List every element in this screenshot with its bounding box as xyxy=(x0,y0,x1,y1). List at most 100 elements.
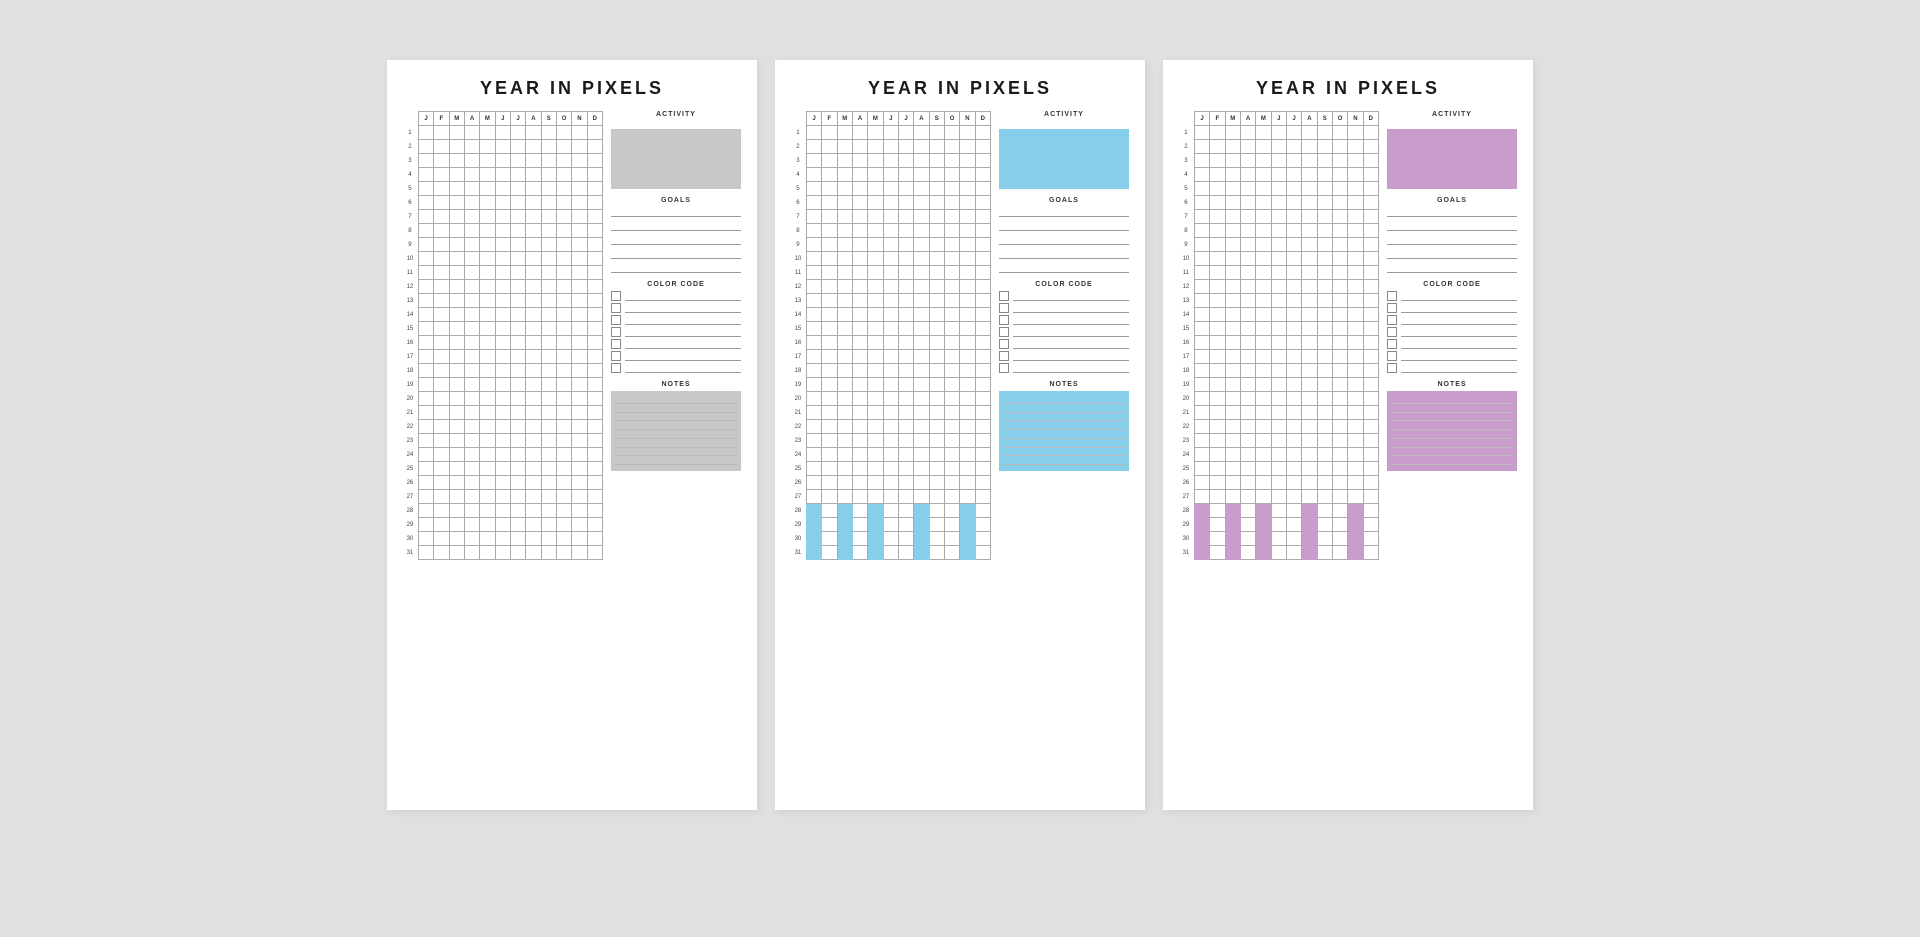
pixel-cell[interactable] xyxy=(898,378,913,392)
pixel-cell[interactable] xyxy=(1240,266,1255,280)
pixel-cell[interactable] xyxy=(449,224,464,238)
pixel-cell[interactable] xyxy=(464,294,479,308)
pixel-cell[interactable] xyxy=(1271,322,1286,336)
pixel-cell[interactable] xyxy=(449,364,464,378)
pixel-cell[interactable] xyxy=(1194,350,1209,364)
pixel-cell[interactable] xyxy=(572,294,587,308)
pixel-cell[interactable] xyxy=(1286,266,1301,280)
pixel-cell[interactable] xyxy=(929,546,944,560)
pixel-cell[interactable] xyxy=(975,294,990,308)
pixel-cell[interactable] xyxy=(975,196,990,210)
pixel-cell[interactable] xyxy=(1286,448,1301,462)
pixel-cell[interactable] xyxy=(1363,378,1378,392)
pixel-cell[interactable] xyxy=(541,126,556,140)
pixel-cell[interactable] xyxy=(1286,322,1301,336)
pixel-cell[interactable] xyxy=(1194,420,1209,434)
pixel-cell[interactable] xyxy=(929,336,944,350)
pixel-cell[interactable] xyxy=(914,210,929,224)
pixel-cell[interactable] xyxy=(868,364,883,378)
pixel-cell[interactable] xyxy=(572,406,587,420)
pixel-cell[interactable] xyxy=(1332,168,1347,182)
pixel-cell[interactable] xyxy=(975,392,990,406)
pixel-cell[interactable] xyxy=(929,434,944,448)
pixel-cell[interactable] xyxy=(837,448,852,462)
pixel-cell[interactable] xyxy=(1240,322,1255,336)
pixel-cell[interactable] xyxy=(837,308,852,322)
pixel-cell[interactable] xyxy=(526,154,541,168)
pixel-cell[interactable] xyxy=(806,154,821,168)
pixel-cell[interactable] xyxy=(852,224,867,238)
pixel-cell[interactable] xyxy=(806,462,821,476)
pixel-cell[interactable] xyxy=(1332,308,1347,322)
pixel-cell[interactable] xyxy=(914,266,929,280)
pixel-cell[interactable] xyxy=(434,476,449,490)
pixel-cell[interactable] xyxy=(587,532,602,546)
pixel-cell[interactable] xyxy=(587,392,602,406)
pixel-cell[interactable] xyxy=(1210,126,1225,140)
pixel-cell[interactable] xyxy=(464,420,479,434)
pixel-cell[interactable] xyxy=(1271,434,1286,448)
pixel-cell[interactable] xyxy=(587,154,602,168)
pixel-cell[interactable] xyxy=(883,196,898,210)
pixel-cell[interactable] xyxy=(556,448,571,462)
pixel-cell[interactable] xyxy=(852,266,867,280)
pixel-cell[interactable] xyxy=(434,238,449,252)
pixel-cell[interactable] xyxy=(883,210,898,224)
pixel-cell[interactable] xyxy=(1225,154,1240,168)
pixel-cell[interactable] xyxy=(1210,168,1225,182)
pixel-cell[interactable] xyxy=(1332,266,1347,280)
pixel-cell[interactable] xyxy=(868,294,883,308)
pixel-cell[interactable] xyxy=(449,322,464,336)
pixel-cell[interactable] xyxy=(1210,280,1225,294)
pixel-cell[interactable] xyxy=(1210,504,1225,518)
pixel-cell[interactable] xyxy=(1256,322,1271,336)
pixel-cell[interactable] xyxy=(418,392,433,406)
pixel-cell[interactable] xyxy=(480,490,495,504)
pixel-cell[interactable] xyxy=(1286,168,1301,182)
pixel-cell[interactable] xyxy=(541,490,556,504)
pixel-cell[interactable] xyxy=(480,546,495,560)
pixel-cell[interactable] xyxy=(1363,476,1378,490)
pixel-cell[interactable] xyxy=(495,546,510,560)
pixel-cell[interactable] xyxy=(883,322,898,336)
pixel-cell[interactable] xyxy=(852,392,867,406)
pixel-cell[interactable] xyxy=(434,322,449,336)
pixel-cell[interactable] xyxy=(1225,364,1240,378)
pixel-cell[interactable] xyxy=(1302,252,1317,266)
pixel-cell[interactable] xyxy=(1348,322,1363,336)
pixel-cell[interactable] xyxy=(975,238,990,252)
pixel-cell[interactable] xyxy=(418,350,433,364)
pixel-cell[interactable] xyxy=(1240,434,1255,448)
pixel-cell[interactable] xyxy=(975,266,990,280)
pixel-cell[interactable] xyxy=(541,350,556,364)
pixel-cell[interactable] xyxy=(526,196,541,210)
pixel-cell[interactable] xyxy=(418,518,433,532)
pixel-cell[interactable] xyxy=(914,280,929,294)
pixel-cell[interactable] xyxy=(418,490,433,504)
pixel-cell[interactable] xyxy=(1332,420,1347,434)
pixel-cell[interactable] xyxy=(975,448,990,462)
pixel-cell[interactable] xyxy=(464,406,479,420)
pixel-cell[interactable] xyxy=(822,252,837,266)
pixel-cell[interactable] xyxy=(1317,126,1332,140)
pixel-cell[interactable] xyxy=(587,504,602,518)
pixel-cell[interactable] xyxy=(975,504,990,518)
pixel-cell[interactable] xyxy=(944,434,959,448)
pixel-cell[interactable] xyxy=(556,546,571,560)
pixel-cell[interactable] xyxy=(1240,154,1255,168)
pixel-cell[interactable] xyxy=(898,434,913,448)
pixel-cell[interactable] xyxy=(587,182,602,196)
pixel-cell[interactable] xyxy=(1317,336,1332,350)
pixel-cell[interactable] xyxy=(806,182,821,196)
pixel-cell[interactable] xyxy=(556,532,571,546)
pixel-cell[interactable] xyxy=(541,252,556,266)
pixel-cell[interactable] xyxy=(449,154,464,168)
pixel-cell[interactable] xyxy=(1317,168,1332,182)
pixel-cell[interactable] xyxy=(587,294,602,308)
pixel-cell[interactable] xyxy=(1271,462,1286,476)
color-swatch[interactable] xyxy=(999,327,1009,337)
pixel-cell[interactable] xyxy=(541,434,556,448)
pixel-cell[interactable] xyxy=(510,280,525,294)
pixel-cell[interactable] xyxy=(480,196,495,210)
pixel-cell[interactable] xyxy=(434,532,449,546)
